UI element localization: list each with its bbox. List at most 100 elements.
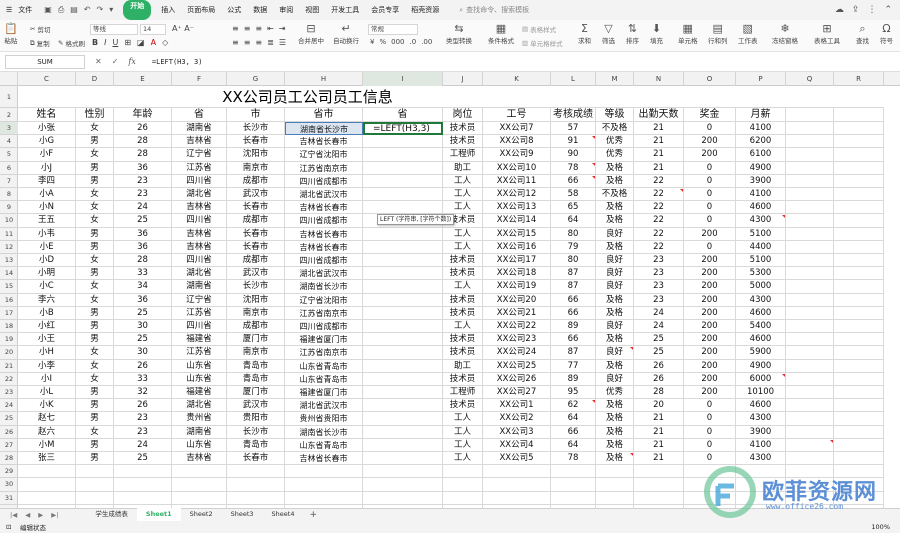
table-cell[interactable] <box>363 201 443 215</box>
table-cell[interactable]: 4900 <box>736 161 786 175</box>
table-cell[interactable]: XX公司21 <box>483 306 551 320</box>
table-cell[interactable]: 24 <box>634 306 684 320</box>
empty-cell[interactable] <box>834 359 884 373</box>
menu-tab-8[interactable]: 会员专享 <box>365 0 405 20</box>
empty-cell[interactable] <box>834 174 884 188</box>
table-cell[interactable]: 良好 <box>596 346 634 360</box>
table-cell[interactable]: XX公司14 <box>483 214 551 228</box>
table-cell[interactable]: 湖北省武汉市 <box>285 267 363 281</box>
empty-cell[interactable] <box>786 491 834 505</box>
table-cell[interactable]: 79 <box>551 240 596 254</box>
table-cell[interactable]: 小D <box>18 254 76 268</box>
table-cell[interactable]: 24 <box>114 201 172 215</box>
table-cell[interactable]: 小韦 <box>18 227 76 241</box>
table-cell[interactable]: 4400 <box>736 240 786 254</box>
empty-cell[interactable] <box>551 491 596 505</box>
table-cell[interactable]: 工人 <box>443 280 483 294</box>
header-cell[interactable]: 市 <box>227 108 285 122</box>
row-header-10[interactable]: 10 <box>0 214 18 228</box>
table-cell[interactable]: 小明 <box>18 267 76 281</box>
table-cell[interactable]: XX公司20 <box>483 293 551 307</box>
table-cell[interactable]: 赵六 <box>18 425 76 439</box>
table-cell[interactable]: 良好 <box>596 227 634 241</box>
table-cell[interactable]: XX公司5 <box>483 452 551 466</box>
table-cell[interactable]: 技术员 <box>443 267 483 281</box>
empty-cell[interactable] <box>834 452 884 466</box>
table-tools-button[interactable]: ⊞ 表格工具 <box>814 22 840 45</box>
row-header-31[interactable]: 31 <box>0 492 18 505</box>
empty-cell[interactable] <box>285 491 363 505</box>
menu-tab-2[interactable]: 页面布局 <box>181 0 221 20</box>
empty-cell[interactable] <box>786 465 834 479</box>
table-cell[interactable]: 贵州省 <box>172 412 227 426</box>
row-header-2[interactable]: 2 <box>0 108 18 122</box>
table-cell[interactable]: 33 <box>114 267 172 281</box>
table-cell[interactable]: 男 <box>76 267 114 281</box>
row-header-24[interactable]: 24 <box>0 399 18 413</box>
dropdown-icon[interactable]: ▾ <box>109 5 113 15</box>
row-header-30[interactable]: 30 <box>0 478 18 492</box>
table-cell[interactable]: 辽宁省 <box>172 148 227 162</box>
grow-font-icon[interactable]: A⁺ A⁻ <box>172 24 194 33</box>
table-cell[interactable]: XX公司10 <box>483 161 551 175</box>
empty-cell[interactable] <box>786 478 834 492</box>
empty-cell[interactable] <box>363 465 443 479</box>
table-cell[interactable]: 女 <box>76 346 114 360</box>
table-cell[interactable]: 28 <box>114 148 172 162</box>
table-cell[interactable]: 张三 <box>18 452 76 466</box>
first-sheet-icon[interactable]: |◀ <box>10 511 17 519</box>
prev-sheet-icon[interactable]: ◀ <box>25 511 30 519</box>
table-cell[interactable]: 87 <box>551 280 596 294</box>
table-cell[interactable]: 吉林省长春市 <box>285 135 363 149</box>
row-header-9[interactable]: 9 <box>0 201 18 215</box>
empty-cell[interactable] <box>834 293 884 307</box>
table-cell[interactable]: 工人 <box>443 425 483 439</box>
row-header-27[interactable]: 27 <box>0 439 18 452</box>
align-bottom-icon[interactable]: ≡ <box>255 24 262 33</box>
table-cell[interactable]: 小A <box>18 188 76 202</box>
column-header-O[interactable]: O <box>684 72 736 86</box>
table-cell[interactable]: XX公司18 <box>483 267 551 281</box>
table-cell[interactable]: 辽宁省沈阳市 <box>285 148 363 162</box>
table-cell[interactable]: 工程师 <box>443 386 483 400</box>
empty-cell[interactable] <box>786 346 834 360</box>
table-cell[interactable]: 四川省 <box>172 320 227 334</box>
table-cell[interactable]: 64 <box>551 438 596 452</box>
table-cell[interactable] <box>363 438 443 452</box>
table-cell[interactable]: 辽宁省沈阳市 <box>285 293 363 307</box>
table-cell[interactable]: 及格 <box>596 333 634 347</box>
eraser-icon[interactable]: ◇ <box>162 38 168 47</box>
empty-cell[interactable] <box>114 478 172 492</box>
empty-cell[interactable] <box>834 122 884 136</box>
empty-cell[interactable] <box>834 372 884 386</box>
table-cell[interactable]: 36 <box>114 227 172 241</box>
table-cell[interactable]: 66 <box>551 174 596 188</box>
row-header-14[interactable]: 14 <box>0 267 18 281</box>
table-cell[interactable]: 技术员 <box>443 293 483 307</box>
redo-icon[interactable]: ↷ <box>97 5 104 15</box>
table-cell[interactable]: 小红 <box>18 320 76 334</box>
row-header-28[interactable]: 28 <box>0 452 18 466</box>
empty-cell[interactable] <box>834 425 884 439</box>
empty-cell[interactable] <box>786 293 834 307</box>
table-cell[interactable]: 23 <box>114 412 172 426</box>
table-cell[interactable]: 小H <box>18 346 76 360</box>
table-cell[interactable]: 四川省成都市 <box>285 254 363 268</box>
table-cell[interactable]: 57 <box>551 122 596 136</box>
empty-cell[interactable] <box>834 280 884 294</box>
table-cell[interactable]: 良好 <box>596 372 634 386</box>
table-cell[interactable]: 男 <box>76 386 114 400</box>
table-cell[interactable]: 良好 <box>596 280 634 294</box>
table-cell[interactable] <box>363 174 443 188</box>
empty-cell[interactable] <box>786 399 834 413</box>
border-icon[interactable]: ⊞ <box>124 38 131 47</box>
empty-cell[interactable] <box>786 148 834 162</box>
empty-cell[interactable] <box>786 174 834 188</box>
table-cell[interactable]: 山东省 <box>172 438 227 452</box>
select-all-corner[interactable] <box>0 72 18 86</box>
table-cell[interactable]: 男 <box>76 399 114 413</box>
table-cell[interactable]: 小I <box>18 372 76 386</box>
table-cell[interactable]: 5900 <box>736 346 786 360</box>
table-cell[interactable]: 80 <box>551 227 596 241</box>
header-cell[interactable]: 省市 <box>285 108 363 122</box>
